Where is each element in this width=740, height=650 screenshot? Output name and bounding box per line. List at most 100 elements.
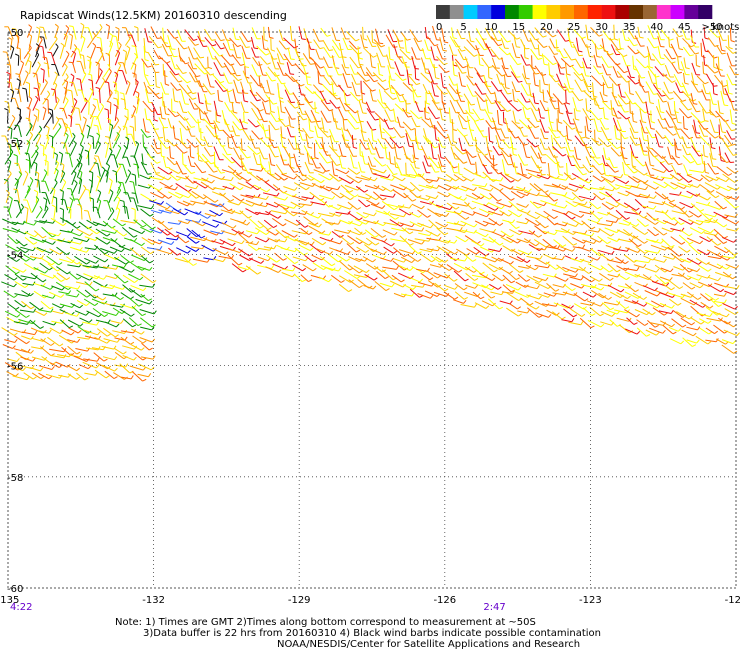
wind-barb-tick xyxy=(121,248,125,253)
wind-barb xyxy=(247,118,257,128)
wind-barb-tick xyxy=(142,224,147,228)
wind-barb xyxy=(242,128,251,141)
wind-barb xyxy=(578,246,590,252)
wind-barb xyxy=(414,65,417,79)
wind-barb-tick xyxy=(435,195,439,199)
wind-barb xyxy=(482,220,495,226)
wind-barb xyxy=(501,139,510,149)
wind-barb xyxy=(546,217,555,226)
wind-barb-tick xyxy=(679,68,684,71)
wind-barb xyxy=(481,57,490,68)
wind-barb xyxy=(115,147,122,159)
wind-barb xyxy=(266,79,271,95)
wind-barb xyxy=(33,267,46,274)
wind-barb-tick xyxy=(557,245,561,249)
wind-barb xyxy=(372,72,383,82)
wind-barb xyxy=(443,291,455,300)
wind-barb-tick xyxy=(158,137,163,139)
wind-barb-tick xyxy=(155,63,160,66)
wind-barb xyxy=(65,294,77,298)
wind-barb-tick xyxy=(688,214,694,218)
wind-barb-tick xyxy=(544,190,549,194)
wind-barb xyxy=(699,318,709,324)
wind-barb xyxy=(635,58,646,69)
wind-barb xyxy=(612,117,619,131)
wind-barb xyxy=(707,284,721,293)
wind-barb xyxy=(9,328,24,334)
wind-barb xyxy=(461,210,473,216)
wind-barb-tick xyxy=(62,178,67,183)
wind-barb xyxy=(90,116,94,129)
wind-barb-tick xyxy=(623,157,628,160)
wind-barb-tick xyxy=(678,35,683,38)
wind-barb xyxy=(251,130,260,140)
wind-barb xyxy=(185,176,194,184)
wind-barb-tick xyxy=(87,73,92,76)
wind-barb xyxy=(575,37,579,52)
wind-barb xyxy=(702,61,704,74)
wind-barb xyxy=(331,230,341,238)
wind-barb xyxy=(10,39,13,51)
wind-barb-tick xyxy=(728,92,733,95)
wind-barb-tick xyxy=(566,102,571,105)
wind-barb xyxy=(378,89,383,104)
wind-barb-tick xyxy=(213,170,218,173)
wind-barb-tick xyxy=(677,302,682,306)
wind-barb-tick xyxy=(187,220,191,224)
wind-barb xyxy=(431,99,440,111)
wind-barb-tick xyxy=(187,91,192,95)
wind-barb xyxy=(76,289,88,298)
wind-barb xyxy=(268,120,276,131)
wind-barb xyxy=(690,137,697,152)
wind-barb xyxy=(141,153,144,164)
wind-barb xyxy=(400,31,408,41)
wind-barb xyxy=(651,147,663,159)
wind-barb-tick xyxy=(14,88,19,91)
wind-barb-tick xyxy=(535,72,540,75)
wind-barb-tick xyxy=(358,98,363,102)
wind-barb xyxy=(409,211,420,218)
wind-barb-tick xyxy=(123,144,128,149)
wind-barb xyxy=(500,128,506,139)
wind-barb-tick xyxy=(308,146,313,149)
wind-barb-tick xyxy=(186,80,191,84)
wind-barb xyxy=(420,272,430,281)
wind-barb-tick xyxy=(166,60,171,64)
wind-barb xyxy=(219,238,233,247)
wind-barb-tick xyxy=(526,259,531,263)
wind-barb-tick xyxy=(625,102,630,105)
wind-barb-tick xyxy=(537,57,543,60)
wind-barb-tick xyxy=(300,204,305,208)
wind-barb-tick xyxy=(237,44,242,48)
wind-barb-tick xyxy=(704,155,709,158)
wind-barb-tick xyxy=(600,323,605,328)
wind-barb-tick xyxy=(627,295,631,299)
wind-barb xyxy=(320,143,328,156)
wind-barb xyxy=(471,265,482,275)
wind-barb xyxy=(384,138,393,149)
wind-barb xyxy=(164,228,176,238)
wind-barb-tick xyxy=(129,180,134,183)
wind-barb-tick xyxy=(80,22,85,26)
wind-barb-tick xyxy=(607,241,611,245)
wind-barb xyxy=(315,48,320,60)
wind-barb-tick xyxy=(245,46,250,48)
wind-barb xyxy=(338,283,349,292)
wind-barb-tick xyxy=(584,230,588,235)
wind-barb xyxy=(191,220,203,227)
wind-barb-tick xyxy=(230,176,234,181)
wind-barb-tick xyxy=(565,39,570,42)
wind-barb xyxy=(644,161,651,176)
wind-barb xyxy=(86,226,97,235)
wind-barb-tick xyxy=(437,233,441,237)
wind-barb-tick xyxy=(591,232,595,237)
wind-barb xyxy=(120,220,136,224)
wind-barb-tick xyxy=(113,104,118,107)
wind-barb xyxy=(542,253,554,260)
wind-barb-tick xyxy=(238,201,242,206)
wind-barb xyxy=(599,44,610,56)
wind-barb xyxy=(386,164,394,175)
wind-barb-tick xyxy=(270,111,275,113)
wind-barb xyxy=(417,293,431,299)
wind-barb-tick xyxy=(526,101,531,103)
